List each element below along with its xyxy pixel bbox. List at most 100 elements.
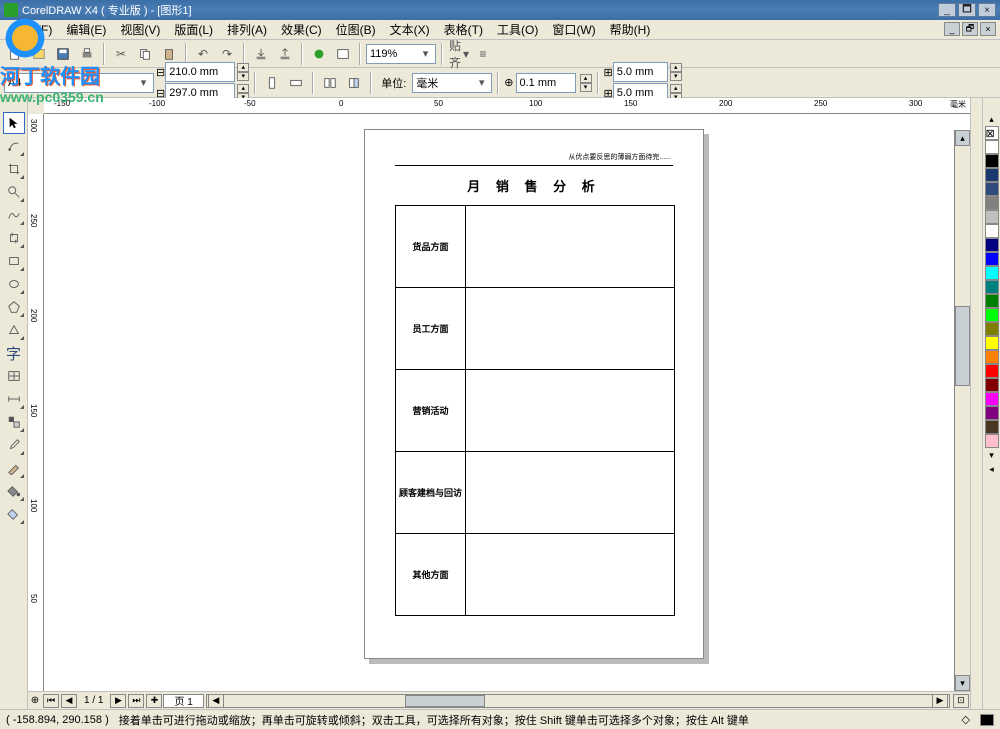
height-up[interactable]: ▴ xyxy=(237,84,249,93)
hscroll-right[interactable]: ▶ xyxy=(932,694,948,708)
menu-text[interactable]: 文本(X) xyxy=(383,21,437,38)
no-color-swatch[interactable]: ⊠ xyxy=(985,126,999,140)
color-swatch-0[interactable] xyxy=(985,140,999,154)
polygon-tool[interactable] xyxy=(3,296,25,318)
menu-effects[interactable]: 效果(C) xyxy=(274,21,329,38)
interactive-tool[interactable] xyxy=(3,411,25,433)
palette-flyout-button[interactable]: ◂ xyxy=(985,462,999,476)
color-swatch-3[interactable] xyxy=(985,182,999,196)
color-swatch-10[interactable] xyxy=(985,280,999,294)
close-button[interactable]: × xyxy=(978,3,996,17)
all-pages-button[interactable] xyxy=(319,72,341,94)
menu-tools[interactable]: 工具(O) xyxy=(490,21,545,38)
maximize-button[interactable]: 🗖 xyxy=(958,3,976,17)
open-button[interactable] xyxy=(28,43,50,65)
ellipse-tool[interactable] xyxy=(3,273,25,295)
color-swatch-11[interactable] xyxy=(985,294,999,308)
horizontal-scrollbar[interactable]: ◀ ▶ xyxy=(206,694,950,708)
docker-strip[interactable] xyxy=(970,98,982,709)
width-down[interactable]: ▾ xyxy=(237,72,249,81)
menu-layout[interactable]: 版面(L) xyxy=(167,21,220,38)
print-button[interactable] xyxy=(76,43,98,65)
eyedropper-tool[interactable] xyxy=(3,434,25,456)
nudge-up[interactable]: ▴ xyxy=(580,74,592,83)
new-button[interactable] xyxy=(4,43,26,65)
color-swatch-7[interactable] xyxy=(985,238,999,252)
first-page-button[interactable]: ⏮ xyxy=(43,694,59,708)
color-swatch-8[interactable] xyxy=(985,252,999,266)
copy-button[interactable] xyxy=(134,43,156,65)
prev-page-button[interactable]: ◀ xyxy=(61,694,77,708)
paper-size-combo[interactable]: A4▾ xyxy=(4,73,154,93)
interactive-fill-tool[interactable] xyxy=(3,503,25,525)
menu-table[interactable]: 表格(T) xyxy=(437,21,490,38)
color-swatch-12[interactable] xyxy=(985,308,999,322)
rectangle-tool[interactable] xyxy=(3,250,25,272)
grid-x-input[interactable]: 5.0 mm xyxy=(613,62,668,82)
zoom-tool[interactable] xyxy=(3,181,25,203)
add-page-button[interactable]: ✚ xyxy=(146,694,162,708)
menu-window[interactable]: 窗口(W) xyxy=(545,21,602,38)
navigator-button[interactable]: ⊡ xyxy=(953,694,969,708)
drawing-canvas[interactable]: 从优点要反思的薄弱方面待完...... 月 销 售 分 析 货品方面 员工方面 … xyxy=(44,114,970,691)
app-launcher-button[interactable] xyxy=(308,43,330,65)
last-page-button[interactable]: ⏭ xyxy=(128,694,144,708)
zoom-combo[interactable]: 119%▾ xyxy=(366,44,436,64)
mdi-minimize-button[interactable]: _ xyxy=(944,22,960,36)
color-swatch-13[interactable] xyxy=(985,322,999,336)
unit-combo[interactable]: 毫米▾ xyxy=(412,73,492,93)
outline-tool[interactable] xyxy=(3,457,25,479)
fill-indicator[interactable] xyxy=(980,714,994,726)
page-width-input[interactable]: 210.0 mm xyxy=(165,62,235,82)
hscroll-left[interactable]: ◀ xyxy=(208,694,224,708)
fill-tool[interactable] xyxy=(3,480,25,502)
color-swatch-2[interactable] xyxy=(985,168,999,182)
color-swatch-14[interactable] xyxy=(985,336,999,350)
color-swatch-18[interactable] xyxy=(985,392,999,406)
vertical-ruler[interactable]: 300 250 200 150 100 50 xyxy=(28,114,44,691)
menu-bitmap[interactable]: 位图(B) xyxy=(329,21,383,38)
portrait-button[interactable] xyxy=(261,72,283,94)
current-page-button[interactable] xyxy=(343,72,365,94)
color-swatch-4[interactable] xyxy=(985,196,999,210)
color-swatch-19[interactable] xyxy=(985,406,999,420)
color-swatch-15[interactable] xyxy=(985,350,999,364)
color-swatch-21[interactable] xyxy=(985,434,999,448)
color-swatch-5[interactable] xyxy=(985,210,999,224)
palette-up-button[interactable]: ▴ xyxy=(985,112,999,126)
dimension-tool[interactable] xyxy=(3,388,25,410)
import-button[interactable] xyxy=(250,43,272,65)
nudge-down[interactable]: ▾ xyxy=(580,83,592,92)
color-swatch-17[interactable] xyxy=(985,378,999,392)
horizontal-ruler[interactable]: -150 -100 -50 0 50 100 150 200 250 300 毫… xyxy=(44,98,970,114)
mdi-close-button[interactable]: × xyxy=(980,22,996,36)
freehand-tool[interactable] xyxy=(3,204,25,226)
scroll-up-button[interactable]: ▴ xyxy=(955,130,970,146)
export-button[interactable] xyxy=(274,43,296,65)
vertical-scrollbar[interactable]: ▴ ▾ xyxy=(954,130,970,691)
smart-fill-tool[interactable] xyxy=(3,227,25,249)
mdi-restore-button[interactable]: 🗗 xyxy=(962,22,978,36)
cut-button[interactable]: ✂ xyxy=(110,43,132,65)
menu-view[interactable]: 视图(V) xyxy=(113,21,167,38)
scroll-thumb[interactable] xyxy=(955,306,970,386)
welcome-button[interactable] xyxy=(332,43,354,65)
table-tool[interactable] xyxy=(3,365,25,387)
color-swatch-20[interactable] xyxy=(985,420,999,434)
menu-arrange[interactable]: 排列(A) xyxy=(220,21,274,38)
color-swatch-9[interactable] xyxy=(985,266,999,280)
next-page-button[interactable]: ▶ xyxy=(110,694,126,708)
color-swatch-6[interactable] xyxy=(985,224,999,238)
shape-tool[interactable] xyxy=(3,135,25,157)
nudge-input[interactable]: 0.1 mm xyxy=(516,73,576,93)
minimize-button[interactable]: _ xyxy=(938,3,956,17)
options-button[interactable]: ≡ xyxy=(472,43,494,65)
save-button[interactable] xyxy=(52,43,74,65)
hscroll-thumb[interactable] xyxy=(405,695,485,707)
text-tool[interactable]: 字 xyxy=(3,342,25,364)
page-tab[interactable]: 页 1 xyxy=(163,694,203,708)
scroll-down-button[interactable]: ▾ xyxy=(955,675,970,691)
menu-edit[interactable]: 编辑(E) xyxy=(59,21,113,38)
width-up[interactable]: ▴ xyxy=(237,63,249,72)
palette-down-button[interactable]: ▾ xyxy=(985,448,999,462)
